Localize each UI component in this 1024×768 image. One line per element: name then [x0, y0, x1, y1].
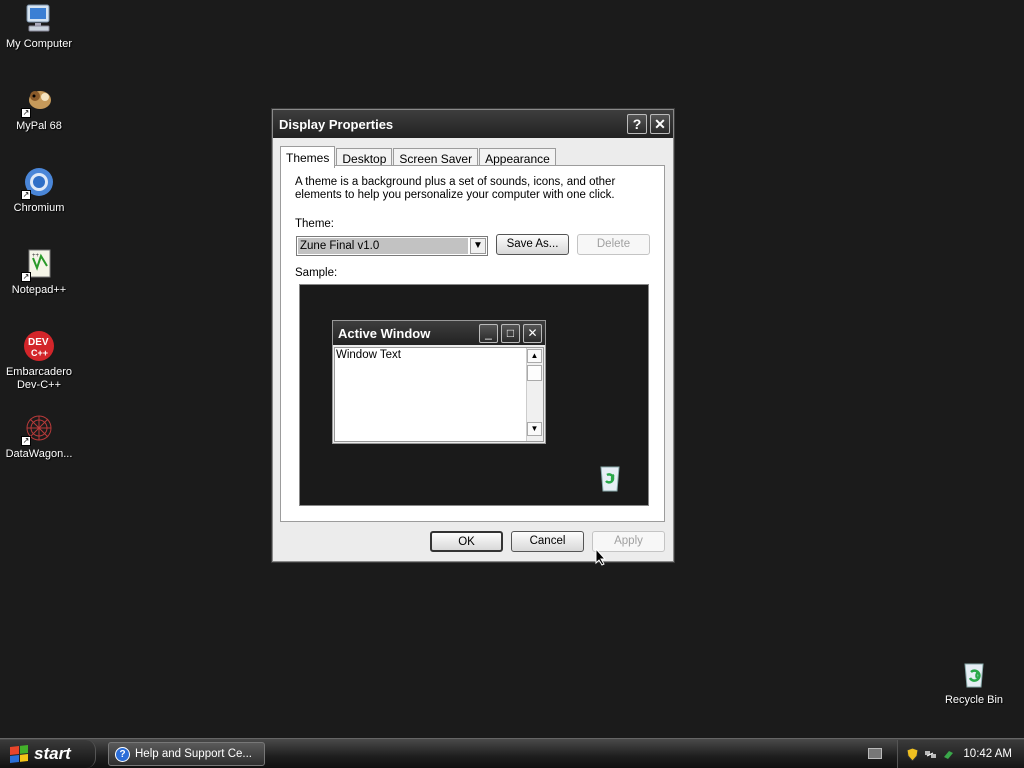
datawagon-icon: ↗ — [21, 412, 55, 446]
sample-window-body: Window Text ▲ ▼ — [334, 347, 544, 442]
help-icon: ? — [632, 116, 642, 132]
sample-scrollbar: ▲ ▼ — [526, 348, 543, 441]
help-button[interactable]: ? — [627, 114, 647, 134]
dialog-title: Display Properties — [279, 116, 394, 132]
security-shield-icon[interactable] — [906, 747, 919, 761]
theme-sample-preview: Active Window _ □ ✕ Window Text ▲ ▼ — [299, 284, 649, 506]
scroll-up-icon: ▲ — [527, 349, 542, 363]
desktop-icon-mypal[interactable]: ↗ MyPal 68 — [0, 84, 78, 133]
svg-text:DEV: DEV — [28, 337, 49, 348]
safely-remove-hardware-icon[interactable] — [942, 748, 955, 761]
scroll-thumb — [527, 365, 542, 381]
taskbar-button-help-and-support[interactable]: ? Help and Support Ce... — [108, 742, 265, 766]
ok-button[interactable]: OK — [430, 531, 503, 552]
shortcut-arrow-icon: ↗ — [21, 436, 31, 446]
shortcut-arrow-icon: ↗ — [21, 108, 31, 118]
minimize-icon: _ — [479, 323, 498, 343]
sample-recycle-bin-icon — [596, 463, 624, 496]
desktop-icon-notepadpp[interactable]: ++ ↗ Notepad++ — [0, 248, 78, 297]
close-icon: ✕ — [523, 323, 542, 343]
clock[interactable]: 10:42 AM — [963, 748, 1012, 760]
sample-active-window: Active Window _ □ ✕ Window Text ▲ ▼ — [332, 320, 546, 444]
desktop-icon-label-line2: Dev-C++ — [16, 379, 62, 391]
close-icon: ✕ — [654, 115, 666, 132]
desktop-icon-label: Notepad++ — [11, 284, 67, 296]
desktop-icon-recycle-bin[interactable]: Recycle Bin — [935, 658, 1013, 707]
mypal-icon: ↗ — [21, 84, 55, 118]
desktop-icon-label: Chromium — [13, 202, 65, 214]
svg-text:++: ++ — [32, 253, 40, 259]
system-tray: 10:42 AM — [897, 740, 1024, 768]
notepadpp-icon: ++ ↗ — [21, 248, 55, 282]
svg-text:C++: C++ — [31, 348, 48, 358]
windows-logo-icon — [10, 745, 28, 763]
desktop-icon-label: MyPal 68 — [16, 120, 62, 132]
mouse-cursor-icon — [595, 548, 607, 566]
desktop-icon-label-line1: Embarcadero — [5, 366, 73, 378]
computer-icon — [23, 2, 55, 34]
network-icon[interactable] — [924, 748, 937, 761]
shortcut-arrow-icon: ↗ — [21, 190, 31, 200]
taskbar: start ? Help and Support Ce... 10:42 AM — [0, 738, 1024, 768]
start-label: start — [34, 744, 71, 763]
sample-window-title: Active Window — [338, 325, 431, 341]
desktop-icon-label: My Computer — [5, 38, 73, 50]
cancel-button[interactable]: Cancel — [511, 531, 584, 552]
chromium-icon: ↗ — [21, 166, 55, 200]
tab-strip: Themes Desktop Screen Saver Appearance — [280, 145, 557, 168]
taskbar-button-label: Help and Support Ce... — [135, 748, 252, 760]
tab-themes[interactable]: Themes — [280, 146, 336, 168]
desktop-icon-chromium[interactable]: ↗ Chromium — [0, 166, 78, 215]
keyboard-icon[interactable] — [868, 748, 882, 759]
chevron-down-icon[interactable]: ▼ — [470, 238, 486, 254]
display-properties-dialog: Display Properties ? ✕ Themes Desktop Sc… — [272, 109, 674, 562]
devcpp-icon: DEV C++ — [23, 330, 55, 362]
sample-label: Sample: — [295, 267, 338, 279]
theme-label: Theme: — [295, 218, 334, 230]
desktop-icon-devcpp[interactable]: DEV C++ Embarcadero Dev-C++ — [0, 330, 78, 392]
desktop-icon-label: DataWagon... — [5, 448, 73, 460]
start-button[interactable]: start — [0, 740, 96, 768]
theme-select-value: Zune Final v1.0 — [298, 238, 468, 254]
help-icon: ? — [115, 746, 130, 762]
sample-window-titlebar: Active Window _ □ ✕ — [333, 321, 545, 345]
dialog-titlebar[interactable]: Display Properties ? ✕ — [273, 110, 673, 138]
theme-select[interactable]: Zune Final v1.0 ▼ — [296, 236, 488, 256]
theme-description: A theme is a background plus a set of so… — [295, 176, 616, 201]
desktop-icon-datawagon[interactable]: ↗ DataWagon... — [0, 412, 78, 461]
maximize-icon: □ — [501, 323, 520, 343]
themes-panel: A theme is a background plus a set of so… — [280, 165, 665, 522]
recycle-bin-icon — [958, 658, 990, 690]
desktop-icon-label: Recycle Bin — [944, 694, 1004, 706]
close-button[interactable]: ✕ — [650, 114, 670, 134]
scroll-down-icon: ▼ — [527, 422, 542, 436]
delete-button[interactable]: Delete — [577, 234, 650, 255]
desktop-icon-my-computer[interactable]: My Computer — [0, 2, 78, 51]
sample-window-text: Window Text — [336, 349, 401, 361]
shortcut-arrow-icon: ↗ — [21, 272, 31, 282]
save-as-button[interactable]: Save As... — [496, 234, 569, 255]
